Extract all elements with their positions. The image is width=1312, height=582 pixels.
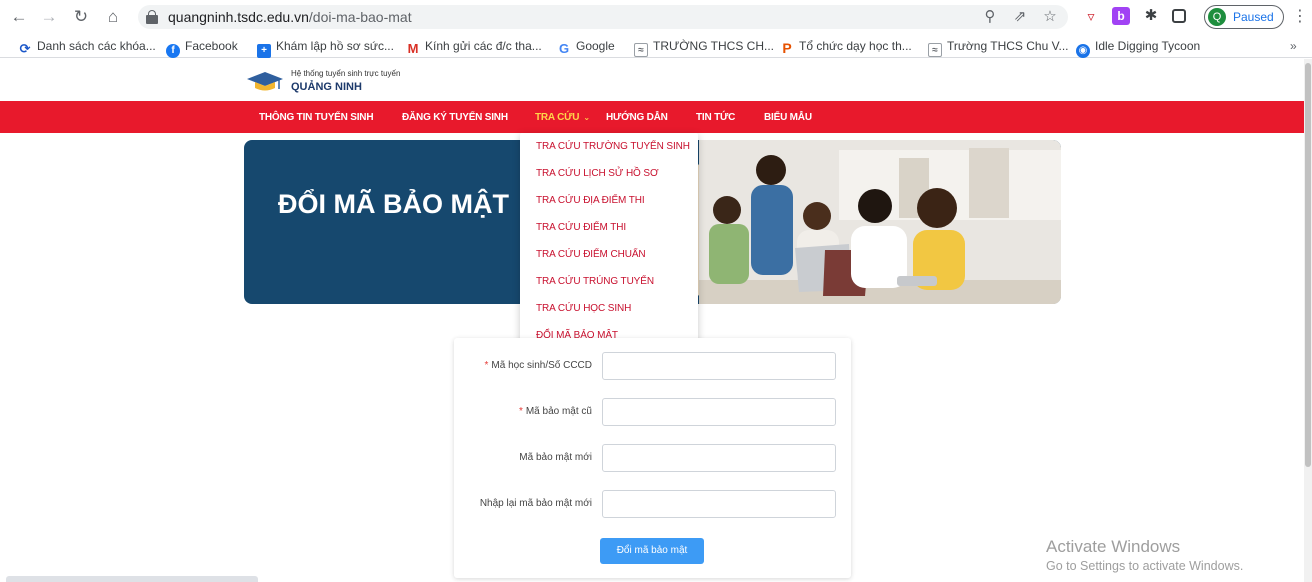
menu-item-lookup-admitted[interactable]: TRA CỨU TRÚNG TUYỂN xyxy=(536,276,654,287)
main-navigation: THÔNG TIN TUYỂN SINH ĐĂNG KÝ TUYỂN SINH … xyxy=(0,101,1304,133)
new-code-input[interactable] xyxy=(602,444,836,472)
bookmark-item[interactable]: ≈ TRƯỜNG THCS CH... xyxy=(634,38,774,57)
bookmark-label: Kính gửi các đ/c tha... xyxy=(425,39,542,53)
puzzle-extensions-icon[interactable]: ✱ xyxy=(1142,7,1160,25)
kebab-menu-icon[interactable]: ⋮ xyxy=(1292,8,1308,26)
bookmark-item[interactable]: f Facebook xyxy=(166,38,238,58)
old-code-input[interactable] xyxy=(602,398,836,426)
zoom-icon[interactable]: ⚲ xyxy=(980,7,1000,27)
bookmark-label: Google xyxy=(576,39,615,53)
bookmark-item[interactable]: P Tổ chức dạy học th... xyxy=(780,38,912,55)
gmail-icon: M xyxy=(406,41,420,56)
change-code-button[interactable]: Đổi mã bảo mật xyxy=(600,538,704,564)
nav-guide[interactable]: HƯỚNG DẪN xyxy=(606,112,668,123)
browser-toolbar: ← → ↻ ⌂ quangninh.tsdc.edu.vn/doi-ma-bao… xyxy=(0,0,1312,34)
back-arrow-icon[interactable]: ← xyxy=(8,6,30,28)
google-icon: G xyxy=(557,41,571,56)
lock-icon-body xyxy=(146,15,158,24)
bookmark-item[interactable]: ≈ Trường THCS Chu V... xyxy=(928,38,1069,57)
bookmark-label: Idle Digging Tycoon xyxy=(1095,39,1201,53)
field-label-text: Mã bảo mật cũ xyxy=(525,406,592,417)
extension-b-icon[interactable]: b xyxy=(1112,7,1130,25)
bookmark-label: Danh sách các khóa... xyxy=(37,39,156,53)
bookmark-label: Khám lập hồ sơ sức... xyxy=(276,39,394,53)
bookmark-item[interactable]: G Google xyxy=(557,38,615,56)
url-domain: quangninh.tsdc.edu.vn xyxy=(168,9,309,25)
field-label-old-code: * Mã bảo mật cũ xyxy=(478,406,592,417)
bookmark-item[interactable]: + Khám lập hồ sơ sức... xyxy=(257,38,394,58)
student-id-input[interactable] xyxy=(602,352,836,380)
scrollbar[interactable] xyxy=(1304,59,1312,582)
nav-admission-info[interactable]: THÔNG TIN TUYỂN SINH xyxy=(259,112,374,123)
page-title: ĐỔI MÃ BẢO MẬT xyxy=(278,189,509,219)
required-marker: * xyxy=(484,360,489,371)
nav-lookup-label: TRA CỨU xyxy=(535,112,580,123)
forward-arrow-icon[interactable]: → xyxy=(38,6,60,28)
confirm-code-input[interactable] xyxy=(602,490,836,518)
bookmark-label: TRƯỜNG THCS CH... xyxy=(653,39,774,53)
field-label-text: Mã học sinh/Số CCCD xyxy=(491,360,592,371)
menu-item-lookup-score[interactable]: TRA CỨU ĐIỂM THI xyxy=(536,222,626,233)
brand-name[interactable]: QUẢNG NINH xyxy=(291,81,362,93)
facebook-icon: f xyxy=(166,44,180,58)
home-icon[interactable]: ⌂ xyxy=(102,6,124,28)
field-label-text: Nhập lại mã bảo mật mới xyxy=(479,498,592,509)
graduation-cap-logo[interactable] xyxy=(245,70,285,94)
p-logo-icon: P xyxy=(780,41,794,55)
avatar: Q xyxy=(1208,8,1226,26)
plus-square-icon: + xyxy=(257,44,271,58)
menu-item-lookup-student[interactable]: TRA CỨU HỌC SINH xyxy=(536,303,631,314)
pocket-icon[interactable]: ▿ xyxy=(1082,7,1100,25)
profile-button[interactable]: Q Paused xyxy=(1204,5,1284,29)
url-text[interactable]: quangninh.tsdc.edu.vn/doi-ma-bao-mat xyxy=(168,9,412,25)
share-icon[interactable]: ⇗ xyxy=(1010,7,1030,27)
bookmarks-bar: ⟳ Danh sách các khóa... f Facebook + Khám l… xyxy=(0,34,1312,58)
nav-forms[interactable]: BIỂU MẪU xyxy=(764,112,812,123)
field-label-confirm-code: Nhập lại mã bảo mật mới xyxy=(462,498,592,509)
course-icon: ⟳ xyxy=(18,41,32,56)
menu-item-lookup-history[interactable]: TRA CỨU LỊCH SỬ HỒ SƠ xyxy=(536,168,659,179)
reload-icon[interactable]: ↻ xyxy=(70,6,92,28)
watermark-line-2: Go to Settings to activate Windows. xyxy=(1046,559,1244,573)
menu-item-lookup-exam-location[interactable]: TRA CỨU ĐỊA ĐIỂM THI xyxy=(536,195,645,206)
field-label-student-id: * Mã học sinh/Số CCCD xyxy=(478,360,593,371)
bookmark-label: Tổ chức dạy học th... xyxy=(799,39,912,53)
game-icon: ◉ xyxy=(1076,44,1090,58)
school-icon: ≈ xyxy=(928,43,942,57)
watermark-line-1: Activate Windows xyxy=(1046,537,1181,556)
bookmark-item[interactable]: ◉ Idle Digging Tycoon xyxy=(1076,38,1201,58)
side-panel-icon[interactable] xyxy=(1172,9,1186,23)
nav-news[interactable]: TIN TỨC xyxy=(696,112,735,123)
students-photo xyxy=(699,140,1061,304)
bookmarks-overflow-icon[interactable]: » xyxy=(1290,39,1297,53)
menu-item-lookup-school[interactable]: TRA CỨU TRƯỜNG TUYỂN SINH xyxy=(536,141,690,152)
field-label-text: Mã bảo mật mới xyxy=(519,452,592,463)
field-label-new-code: Mã bảo mật mới xyxy=(478,452,592,463)
star-bookmark-icon[interactable]: ☆ xyxy=(1040,7,1060,27)
nav-admission-register[interactable]: ĐĂNG KÝ TUYỂN SINH xyxy=(402,112,508,123)
required-marker: * xyxy=(518,406,523,417)
menu-item-lookup-cutoff[interactable]: TRA CỨU ĐIỂM CHUẨN xyxy=(536,249,646,260)
brand-subtitle: Hệ thống tuyển sinh trực tuyến xyxy=(291,69,401,78)
bookmark-label: Facebook xyxy=(185,39,238,53)
scrollbar-thumb[interactable] xyxy=(1305,63,1311,467)
status-bar xyxy=(6,576,258,582)
lookup-dropdown-menu: TRA CỨU TRƯỜNG TUYỂN SINH TRA CỨU LỊCH S… xyxy=(520,133,698,351)
bookmark-item[interactable]: M Kính gửi các đ/c tha... xyxy=(406,38,542,56)
school-icon: ≈ xyxy=(634,43,648,57)
profile-status: Paused xyxy=(1233,10,1274,24)
bookmark-item[interactable]: ⟳ Danh sách các khóa... xyxy=(18,38,156,56)
chevron-down-icon: ⌄ xyxy=(583,113,590,122)
url-path: /doi-ma-bao-mat xyxy=(308,9,412,25)
windows-activation-watermark: Activate Windows Go to Settings to activ… xyxy=(1046,537,1243,573)
nav-lookup[interactable]: TRA CỨU ⌄ xyxy=(535,112,590,123)
bookmark-label: Trường THCS Chu V... xyxy=(947,39,1069,53)
